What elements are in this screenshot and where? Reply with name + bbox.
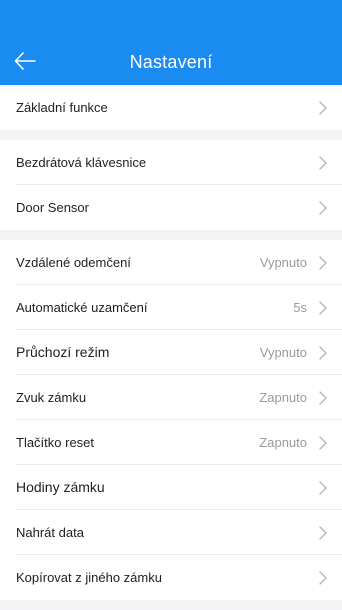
arrow-left-icon bbox=[14, 52, 36, 70]
settings-item-label: Vzdálené odemčení bbox=[16, 255, 131, 270]
back-button[interactable] bbox=[10, 48, 40, 74]
chevron-right-icon bbox=[319, 301, 327, 315]
settings-group-accessories: Bezdrátová klávesnice Door Sensor bbox=[0, 140, 342, 230]
settings-item-value: Vypnuto bbox=[259, 345, 307, 360]
settings-item-lock-sound[interactable]: Zvuk zámku Zapnuto bbox=[0, 375, 342, 420]
settings-item-copy-from-lock[interactable]: Kopírovat z jiného zámku bbox=[0, 555, 342, 600]
settings-item-upload-data[interactable]: Nahrát data bbox=[0, 510, 342, 555]
chevron-right-icon bbox=[319, 526, 327, 540]
settings-group-lock: Vzdálené odemčení Vypnuto Automatické uz… bbox=[0, 240, 342, 600]
settings-item-value: Zapnuto bbox=[259, 435, 307, 450]
chevron-right-icon bbox=[319, 101, 327, 115]
settings-item-passage-mode[interactable]: Průchozí režim Vypnuto bbox=[0, 330, 342, 375]
chevron-right-icon bbox=[319, 201, 327, 215]
settings-item-basic-functions[interactable]: Základní funkce bbox=[0, 85, 342, 130]
settings-item-label: Automatické uzamčení bbox=[16, 300, 148, 315]
settings-item-label: Základní funkce bbox=[16, 100, 108, 115]
settings-group-basic: Základní funkce bbox=[0, 85, 342, 130]
settings-item-label: Kopírovat z jiného zámku bbox=[16, 570, 162, 585]
chevron-right-icon bbox=[319, 346, 327, 360]
settings-item-door-sensor[interactable]: Door Sensor bbox=[0, 185, 342, 230]
settings-screen: Nastavení Základní funkce Bezdrátová klá… bbox=[0, 0, 342, 610]
settings-item-label: Door Sensor bbox=[16, 200, 89, 215]
page-title: Nastavení bbox=[129, 52, 213, 72]
settings-item-value: 5s bbox=[293, 300, 307, 315]
settings-item-remote-unlock[interactable]: Vzdálené odemčení Vypnuto bbox=[0, 240, 342, 285]
settings-item-label: Průchozí režim bbox=[16, 344, 110, 360]
settings-item-auto-lock[interactable]: Automatické uzamčení 5s bbox=[0, 285, 342, 330]
settings-item-label: Hodiny zámku bbox=[16, 479, 105, 495]
settings-item-label: Nahrát data bbox=[16, 525, 84, 540]
settings-item-value: Zapnuto bbox=[259, 390, 307, 405]
chevron-right-icon bbox=[319, 571, 327, 585]
settings-item-label: Bezdrátová klávesnice bbox=[16, 155, 147, 170]
header-bar: Nastavení bbox=[0, 0, 342, 85]
settings-item-label: Zvuk zámku bbox=[16, 390, 87, 405]
chevron-right-icon bbox=[319, 436, 327, 450]
settings-item-lock-clock[interactable]: Hodiny zámku bbox=[0, 465, 342, 510]
chevron-right-icon bbox=[319, 156, 327, 170]
settings-item-label: Tlačítko reset bbox=[16, 435, 95, 450]
chevron-right-icon bbox=[319, 256, 327, 270]
chevron-right-icon bbox=[319, 391, 327, 405]
settings-item-value: Vypnuto bbox=[259, 255, 307, 270]
chevron-right-icon bbox=[319, 481, 327, 495]
settings-item-wireless-keypad[interactable]: Bezdrátová klávesnice bbox=[0, 140, 342, 185]
settings-item-reset-button[interactable]: Tlačítko reset Zapnuto bbox=[0, 420, 342, 465]
